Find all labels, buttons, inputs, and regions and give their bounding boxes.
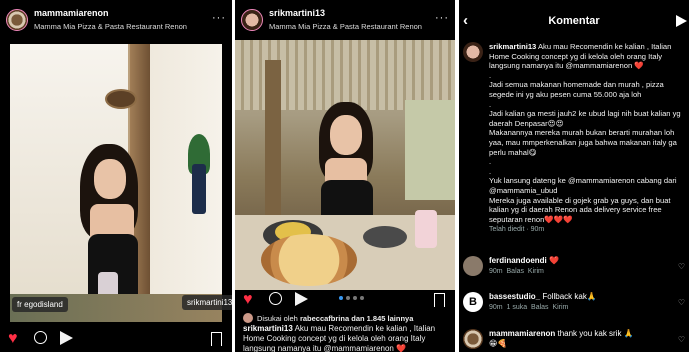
comment-icon[interactable] (34, 331, 50, 347)
bookmark-icon[interactable] (434, 293, 445, 307)
post-header: srikmartini13 Mamma Mia Pizza & Pasta Re… (235, 0, 455, 40)
share-icon[interactable] (295, 292, 311, 308)
like-comment-icon[interactable]: ♡ (678, 298, 685, 307)
avatar[interactable] (463, 256, 483, 276)
post-caption: srikmartini13 Aku mau Recomendin ke kali… (243, 324, 436, 352)
comments-header: ‹ Komentar (459, 0, 689, 42)
send-button[interactable]: Kirim (528, 268, 544, 275)
direct-message-icon[interactable] (676, 15, 687, 27)
post-photo[interactable] (10, 44, 222, 322)
comments-panel: ‹ Komentar srikmartini13 Aku mau Recomen… (459, 0, 689, 352)
action-bar: ♥ (0, 326, 232, 352)
heart-icon[interactable]: ♥ (8, 331, 24, 347)
post-photo[interactable] (235, 40, 455, 290)
comment-text: 😁🍕 (489, 339, 508, 348)
comment-username[interactable]: ferdinandoendi (489, 256, 547, 265)
post-location[interactable]: Mamma Mia Pizza & Pasta Restaurant Renon (34, 22, 187, 31)
caption-comment: srikmartini13 Aku mau Recomendin ke kali… (463, 42, 689, 233)
like-comment-icon[interactable]: ♡ (678, 335, 685, 344)
avatar[interactable]: B (463, 292, 483, 312)
avatar[interactable] (6, 9, 28, 31)
user-tag[interactable]: fr egodisland (12, 297, 68, 312)
back-chevron-icon[interactable]: ‹ (463, 12, 468, 29)
send-button[interactable]: Kirim (552, 304, 568, 311)
avatar[interactable] (463, 329, 483, 349)
share-icon[interactable] (60, 331, 76, 347)
heart-icon[interactable]: ♥ (243, 292, 259, 308)
post-username[interactable]: srikmartini13 (269, 8, 422, 19)
list-item: B bassestudio_ Follback kak🙏 90m 1 suka … (463, 292, 689, 312)
reply-button[interactable]: Balas (531, 304, 549, 311)
comment-username[interactable]: mammamiarenon (489, 329, 555, 338)
caption-username[interactable]: srikmartini13 (243, 324, 293, 333)
comment-icon[interactable] (269, 292, 285, 308)
liked-by[interactable]: Disukai oleh rabeccafbrina dan 1.845 lai… (235, 313, 421, 323)
page-title: Komentar (548, 15, 600, 27)
action-bar: ♥ (235, 287, 455, 313)
list-item: ferdinandoendi ❤️ 90m Balas Kirim ♡ (463, 256, 689, 276)
post-username[interactable]: mammamiarenon (34, 8, 187, 19)
comment-username[interactable]: bassestudio_ (489, 292, 540, 301)
list-item: mammamiarenon thank you kak srik 🙏 😁🍕 ♡ (463, 329, 689, 349)
comment-username[interactable]: srikmartini13 (489, 42, 536, 51)
more-options-icon[interactable]: ··· (212, 12, 226, 24)
bookmark-icon[interactable] (211, 332, 222, 346)
avatar[interactable] (463, 42, 483, 62)
user-tag[interactable]: srikmartini13 (182, 295, 232, 310)
more-options-icon[interactable]: ··· (435, 12, 449, 24)
post-location[interactable]: Mamma Mia Pizza & Pasta Restaurant Renon (269, 22, 422, 31)
comment-meta: Telah diedit · 90m (489, 226, 545, 234)
post-panel-2: srikmartini13 Mamma Mia Pizza & Pasta Re… (235, 0, 455, 352)
post-header: mammamiarenon Mamma Mia Pizza & Pasta Re… (0, 0, 232, 40)
reply-button[interactable]: Balas (507, 268, 525, 275)
post-panel-1: mammamiarenon Mamma Mia Pizza & Pasta Re… (0, 0, 232, 352)
like-comment-icon[interactable]: ♡ (678, 262, 685, 271)
avatar (243, 313, 253, 323)
avatar[interactable] (241, 9, 263, 31)
